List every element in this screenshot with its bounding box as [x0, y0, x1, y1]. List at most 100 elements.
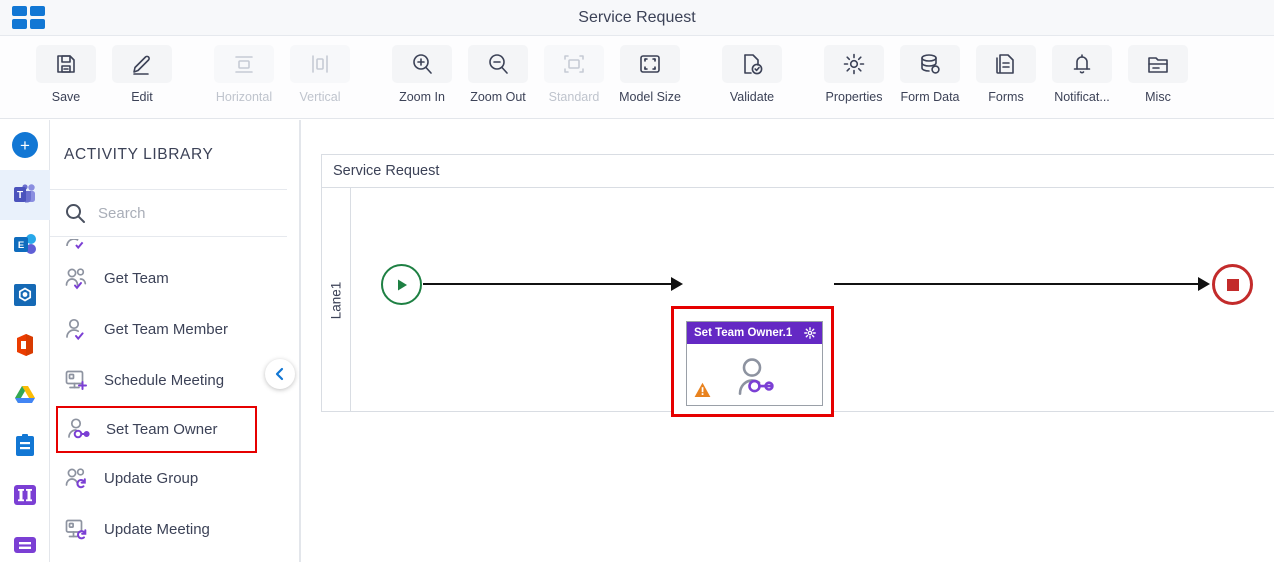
activity-item-get-team[interactable]: Get Team	[50, 253, 299, 304]
rail-item-sharepoint[interactable]	[0, 270, 50, 320]
collapse-panel-button[interactable]	[265, 359, 295, 389]
start-event[interactable]	[381, 264, 422, 305]
chevron-left-icon	[275, 367, 284, 381]
activity-item-clipped[interactable]	[50, 239, 299, 253]
activity-item-label: Get Team	[104, 270, 169, 287]
person-key-icon	[66, 417, 92, 443]
title-bar: Service Request	[0, 0, 1274, 36]
toolbar-label: Edit	[131, 90, 153, 104]
toolbar-label: Vertical	[299, 90, 341, 104]
model-size-icon	[620, 45, 680, 83]
rail-item-lists[interactable]	[0, 520, 50, 570]
search-input[interactable]	[98, 204, 268, 222]
rail-item-office[interactable]	[0, 320, 50, 370]
meeting-refresh-icon	[64, 517, 90, 543]
lane-body[interactable]: Set Team Owner.1	[351, 188, 1274, 417]
app-rail: + T E	[0, 120, 50, 562]
pencil-icon	[112, 45, 172, 83]
sequence-flow-2-arrowhead	[1198, 277, 1210, 291]
toolbar-label: Forms	[988, 90, 1024, 104]
toolbar-button-notificat[interactable]: Notificat...	[1044, 36, 1120, 110]
teams-icon: T	[14, 184, 35, 203]
gear-icon	[824, 45, 884, 83]
toolbar-label: Zoom Out	[470, 90, 526, 104]
toolbar-button-standard: Standard	[536, 36, 612, 110]
people-check-icon	[64, 266, 90, 292]
sequence-flow-2[interactable]	[834, 283, 1200, 285]
activity-item-set-team-owner[interactable]: Set Team Owner	[56, 406, 257, 453]
toolbar-button-save[interactable]: Save	[28, 36, 104, 110]
clipboard-icon	[16, 434, 34, 456]
rail-item-integrations[interactable]	[0, 470, 50, 520]
gear-icon[interactable]	[804, 327, 816, 339]
diagram-canvas[interactable]: Service Request Lane1 Set Team Owner.1	[300, 120, 1274, 562]
toolbar-button-model-size[interactable]: Model Size	[612, 36, 688, 110]
sequence-flow-1[interactable]	[423, 283, 673, 285]
toolbar-label: Standard	[548, 90, 600, 104]
toolbar-button-edit[interactable]: Edit	[104, 36, 180, 110]
activity-item-schedule-meeting[interactable]: Schedule Meeting	[50, 355, 299, 406]
swimlane: Lane1 Set Team Owner.1	[322, 188, 1274, 417]
lane-label-text: Lane1	[328, 281, 344, 319]
process-pool: Service Request Lane1 Set Team Owner.1	[321, 154, 1274, 417]
rail-item-tasks[interactable]	[0, 420, 50, 470]
stop-square-icon	[1226, 278, 1239, 291]
toolbar-button-validate[interactable]: Validate	[714, 36, 790, 110]
warning-triangle-icon	[694, 382, 711, 397]
folder-icon	[1128, 45, 1188, 83]
svg-text:T: T	[17, 190, 23, 201]
activity-item-label: Get Team Member	[104, 321, 228, 338]
task-header: Set Team Owner.1	[687, 322, 822, 344]
align-horizontal-icon	[214, 45, 274, 83]
search-row	[50, 190, 287, 237]
task-selection-outline[interactable]: Set Team Owner.1	[671, 306, 834, 417]
sequence-flow-1-arrowhead	[671, 277, 683, 291]
lane-label: Lane1	[322, 188, 351, 412]
toolbar-label: Validate	[729, 90, 775, 104]
toolbar-label: Save	[51, 90, 81, 104]
activity-item-label: Update Meeting	[104, 521, 210, 538]
play-icon	[397, 279, 407, 290]
validate-icon	[722, 45, 782, 83]
rail-item-google-drive[interactable]	[0, 370, 50, 420]
toolbar-button-properties[interactable]: Properties	[816, 36, 892, 110]
toolbar-button-zoom-out[interactable]: Zoom Out	[460, 36, 536, 110]
toolbar-group: Validate	[714, 36, 790, 110]
exchange-icon: E	[14, 234, 36, 254]
toolbar-group: Horizontal Vertical	[206, 36, 358, 110]
page-title: Service Request	[578, 9, 696, 26]
rail-item-microsoft-teams[interactable]: T	[0, 170, 50, 220]
activity-item-label: Update Group	[104, 470, 199, 487]
person-check-icon	[64, 239, 90, 253]
office-icon	[17, 334, 33, 356]
activity-item-label: Schedule Meeting	[104, 372, 225, 389]
toolbar-label: Model Size	[619, 90, 681, 104]
toolbar-group: Properties Form Data Forms Notificat... Misc	[816, 36, 1196, 110]
toolbar-button-horizontal: Horizontal	[206, 36, 282, 110]
rail-item-exchange[interactable]: E	[0, 220, 50, 270]
activity-item-update-group[interactable]: Update Group	[50, 453, 299, 504]
document-icon	[976, 45, 1036, 83]
bell-icon	[1052, 45, 1112, 83]
add-app-button[interactable]: +	[0, 120, 50, 170]
activity-item-get-team-member[interactable]: Get Team Member	[50, 304, 299, 355]
activity-list: Get Team Get Team Member Schedule Meeting S…	[50, 237, 299, 562]
toolbar-button-vertical: Vertical	[282, 36, 358, 110]
people-refresh-icon	[64, 466, 90, 492]
database-icon	[900, 45, 960, 83]
toolbar-label: Horizontal	[215, 90, 273, 104]
toolbar-button-forms[interactable]: Forms	[968, 36, 1044, 110]
end-event[interactable]	[1212, 264, 1253, 305]
meeting-add-icon	[64, 368, 90, 394]
sharepoint-icon	[14, 284, 36, 306]
list-icon	[14, 537, 36, 553]
toolbar-label: Misc	[1145, 90, 1171, 104]
toolbar-button-zoom-in[interactable]: Zoom In	[384, 36, 460, 110]
toolbar-label: Properties	[825, 90, 883, 104]
activity-item-update-meeting[interactable]: Update Meeting	[50, 504, 299, 555]
pool-title: Service Request	[322, 155, 1274, 188]
toolbar-button-form-data[interactable]: Form Data	[892, 36, 968, 110]
toolbar-label: Zoom In	[399, 90, 445, 104]
task-set-team-owner[interactable]: Set Team Owner.1	[686, 321, 823, 406]
toolbar-button-misc[interactable]: Misc	[1120, 36, 1196, 110]
